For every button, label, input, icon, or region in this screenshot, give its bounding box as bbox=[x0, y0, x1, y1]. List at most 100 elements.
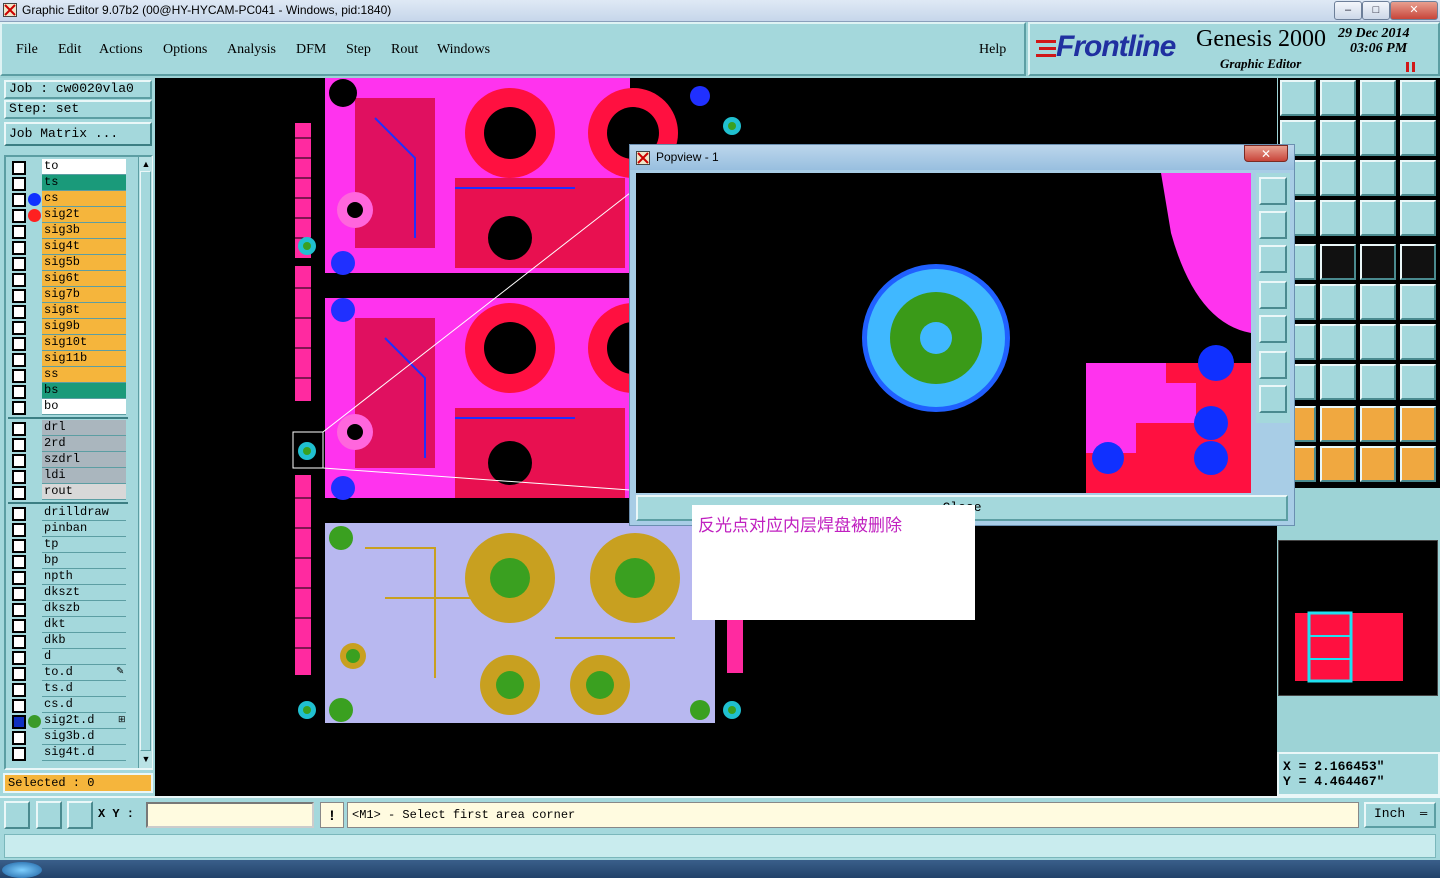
scroll-thumb[interactable] bbox=[140, 171, 151, 751]
popview-tool-button[interactable] bbox=[1259, 281, 1287, 309]
tool-button[interactable] bbox=[1320, 120, 1356, 156]
layer-row[interactable]: dkt bbox=[8, 617, 128, 633]
units-dropdown[interactable]: Inch ═ bbox=[1364, 802, 1436, 828]
layer-row[interactable]: dkszb bbox=[8, 601, 128, 617]
layer-checkbox[interactable] bbox=[12, 177, 26, 191]
tool-button[interactable] bbox=[1320, 446, 1356, 482]
layer-row[interactable]: drl bbox=[8, 420, 128, 436]
layer-row[interactable]: ss bbox=[8, 367, 128, 383]
snap-tool-button[interactable] bbox=[4, 801, 30, 829]
menu-options[interactable]: Options bbox=[163, 42, 207, 58]
popview-tool-button[interactable] bbox=[1259, 315, 1287, 343]
tool-button[interactable] bbox=[1400, 284, 1436, 320]
layer-checkbox[interactable] bbox=[12, 683, 26, 697]
layer-checkbox[interactable] bbox=[12, 257, 26, 271]
layer-checkbox[interactable] bbox=[12, 225, 26, 239]
layer-checkbox[interactable] bbox=[12, 289, 26, 303]
layer-row[interactable]: sig3b.d bbox=[8, 729, 128, 745]
layer-checkbox[interactable] bbox=[12, 603, 26, 617]
close-window-button[interactable]: ✕ bbox=[1390, 1, 1438, 20]
layer-row[interactable]: dkszt bbox=[8, 585, 128, 601]
layer-checkbox[interactable] bbox=[12, 161, 26, 175]
layer-row[interactable]: to bbox=[8, 159, 128, 175]
layer-checkbox[interactable] bbox=[12, 470, 26, 484]
tool-button[interactable] bbox=[1360, 120, 1396, 156]
tool-button[interactable] bbox=[1320, 364, 1356, 400]
layer-row[interactable]: sig2t bbox=[8, 207, 128, 223]
layer-row[interactable]: rout bbox=[8, 484, 128, 500]
tool-button[interactable] bbox=[1400, 364, 1436, 400]
tool-button[interactable] bbox=[1400, 446, 1436, 482]
layer-checkbox[interactable] bbox=[12, 486, 26, 500]
tool-button[interactable] bbox=[1320, 284, 1356, 320]
scroll-up-icon[interactable]: ▲ bbox=[141, 159, 151, 169]
tool-button[interactable] bbox=[1400, 244, 1436, 280]
job-matrix-button[interactable]: Job Matrix ... bbox=[4, 122, 152, 146]
tool-button[interactable] bbox=[1280, 80, 1316, 116]
start-button[interactable] bbox=[2, 862, 42, 878]
tool-button[interactable] bbox=[1360, 284, 1396, 320]
layer-row[interactable]: sig3b bbox=[8, 223, 128, 239]
layer-checkbox[interactable] bbox=[12, 273, 26, 287]
layer-checkbox[interactable] bbox=[12, 635, 26, 649]
menu-file[interactable]: File bbox=[16, 42, 38, 58]
menu-rout[interactable]: Rout bbox=[391, 42, 418, 58]
layer-row[interactable]: npth bbox=[8, 569, 128, 585]
popview-canvas[interactable] bbox=[636, 173, 1251, 493]
layer-row[interactable]: sig5b bbox=[8, 255, 128, 271]
layer-row[interactable]: tp bbox=[8, 537, 128, 553]
layer-row[interactable]: dkb bbox=[8, 633, 128, 649]
layer-row[interactable]: ldi bbox=[8, 468, 128, 484]
tool-button[interactable] bbox=[1360, 80, 1396, 116]
minimize-button[interactable]: – bbox=[1334, 1, 1362, 20]
layer-row[interactable]: cs.d bbox=[8, 697, 128, 713]
tool-button[interactable] bbox=[1320, 244, 1356, 280]
layer-checkbox[interactable] bbox=[12, 209, 26, 223]
tool-button[interactable] bbox=[1360, 160, 1396, 196]
alert-icon[interactable]: ! bbox=[320, 802, 344, 828]
layer-row[interactable]: sig2t.d ⊞ bbox=[8, 713, 128, 729]
overview-panel[interactable] bbox=[1278, 540, 1438, 696]
tool-button[interactable] bbox=[1360, 324, 1396, 360]
tool-button[interactable] bbox=[1400, 120, 1436, 156]
layer-checkbox[interactable] bbox=[12, 241, 26, 255]
layer-row[interactable]: ts bbox=[8, 175, 128, 191]
layer-row[interactable]: pinban bbox=[8, 521, 128, 537]
layer-checkbox[interactable] bbox=[12, 651, 26, 665]
layer-list-scrollbar[interactable]: ▲ ▼ bbox=[138, 157, 152, 768]
tool-button[interactable] bbox=[1360, 406, 1396, 442]
popview-tool-button[interactable] bbox=[1259, 351, 1287, 379]
layer-checkbox[interactable] bbox=[12, 667, 26, 681]
measure-tool-button[interactable] bbox=[36, 801, 62, 829]
layer-checkbox[interactable] bbox=[12, 523, 26, 537]
tool-button[interactable] bbox=[1320, 160, 1356, 196]
tool-button[interactable] bbox=[1320, 324, 1356, 360]
layer-checkbox[interactable] bbox=[12, 571, 26, 585]
tool-button[interactable] bbox=[1400, 160, 1436, 196]
layer-checkbox[interactable] bbox=[12, 321, 26, 335]
layer-checkbox[interactable] bbox=[12, 337, 26, 351]
layer-checkbox[interactable] bbox=[12, 619, 26, 633]
menu-actions[interactable]: Actions bbox=[99, 42, 143, 58]
tool-button[interactable] bbox=[1320, 200, 1356, 236]
tool-button[interactable] bbox=[1320, 80, 1356, 116]
popview-tool-button[interactable] bbox=[1259, 211, 1287, 239]
layer-row[interactable]: sig9b bbox=[8, 319, 128, 335]
layer-checkbox[interactable] bbox=[12, 385, 26, 399]
layer-checkbox[interactable] bbox=[12, 699, 26, 713]
layer-row[interactable]: to.d ✎ bbox=[8, 665, 128, 681]
layer-checkbox[interactable] bbox=[12, 507, 26, 521]
layer-checkbox[interactable] bbox=[12, 353, 26, 367]
layer-checkbox[interactable] bbox=[12, 454, 26, 468]
layer-row[interactable]: bp bbox=[8, 553, 128, 569]
layer-checkbox[interactable] bbox=[12, 715, 26, 729]
tool-button[interactable] bbox=[1360, 364, 1396, 400]
popview-close-icon[interactable]: ✕ bbox=[1244, 145, 1288, 162]
maximize-button[interactable]: □ bbox=[1362, 1, 1390, 20]
menu-analysis[interactable]: Analysis bbox=[227, 42, 276, 58]
popview-tool-button[interactable] bbox=[1259, 177, 1287, 205]
menu-dfm[interactable]: DFM bbox=[296, 42, 326, 58]
tool-button[interactable] bbox=[1400, 200, 1436, 236]
layer-row[interactable]: sig4t.d bbox=[8, 745, 128, 761]
layer-checkbox[interactable] bbox=[12, 438, 26, 452]
